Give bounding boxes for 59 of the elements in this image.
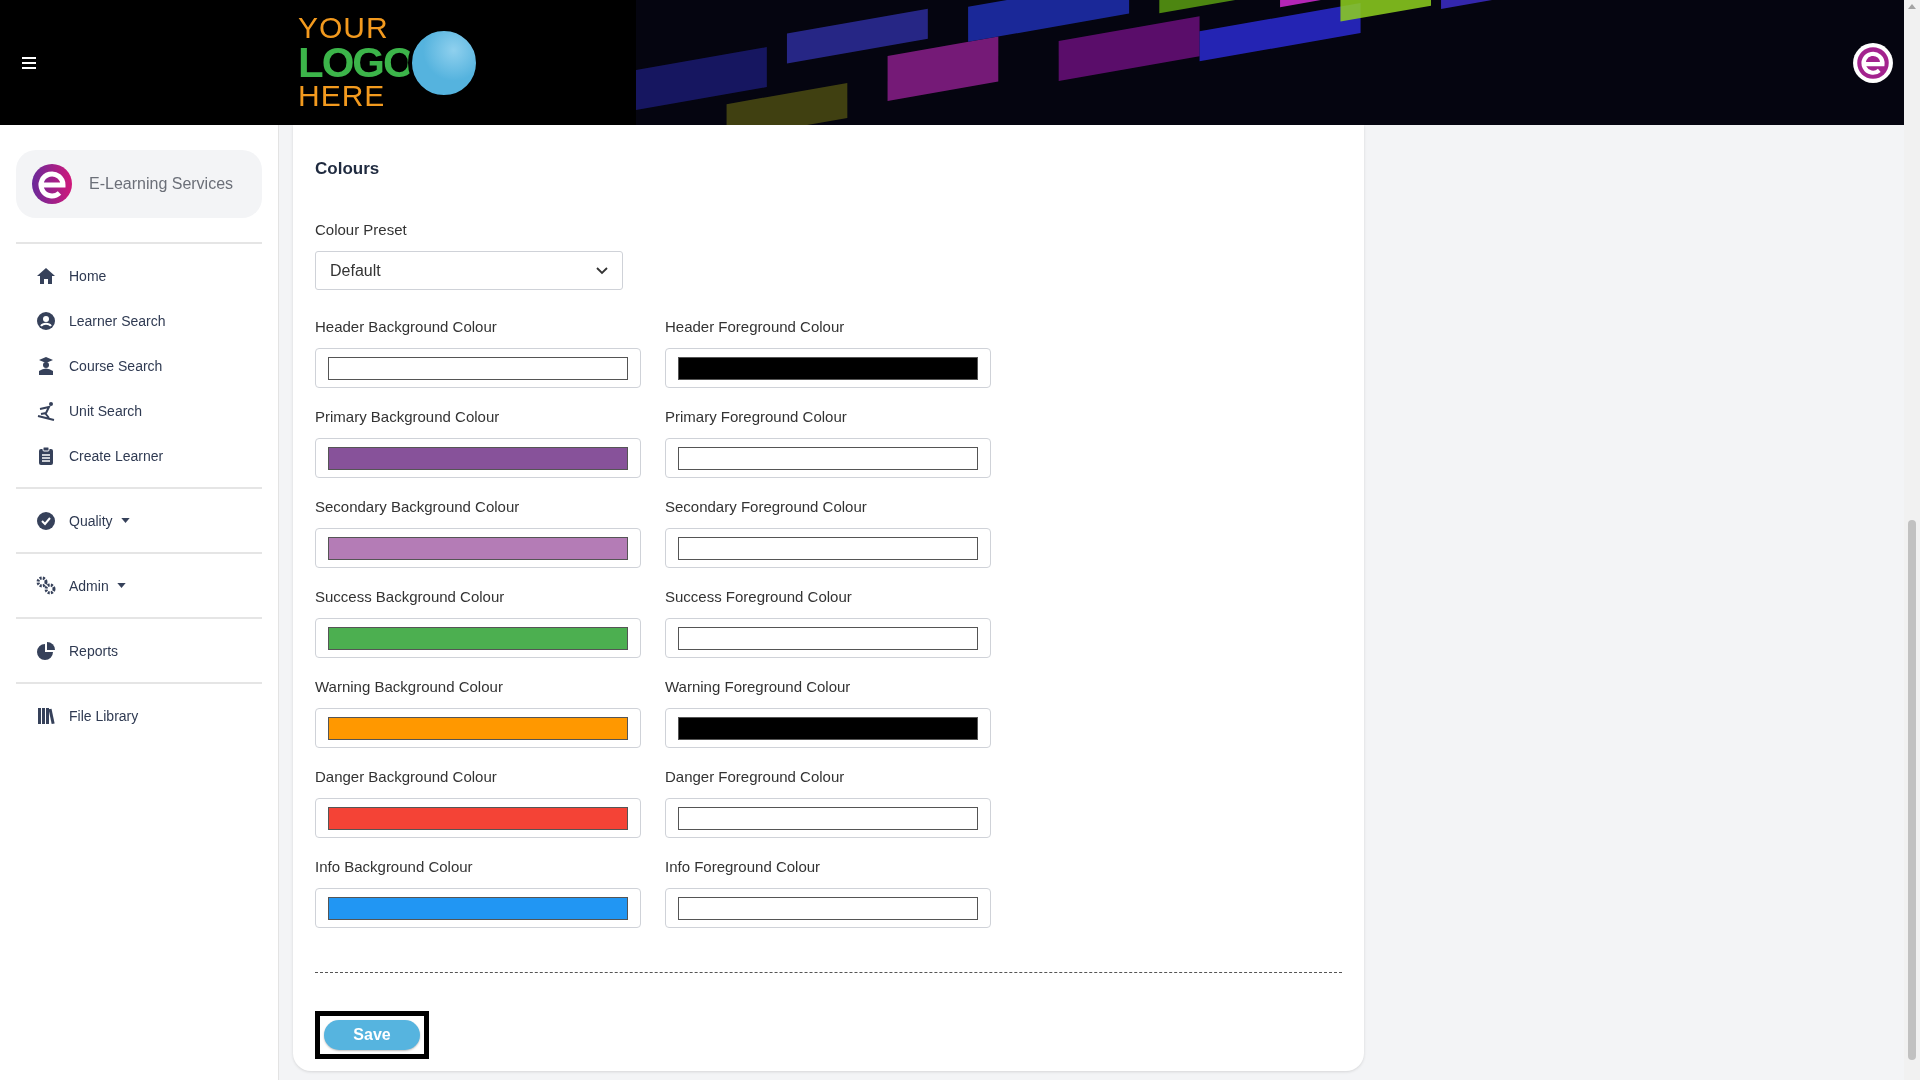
- field-label: Warning Background Colour: [315, 678, 504, 695]
- color-picker[interactable]: [315, 888, 641, 928]
- logo-text: LOGO: [298, 42, 414, 83]
- books-icon: [36, 705, 56, 726]
- color-picker[interactable]: [665, 618, 991, 658]
- field-label: Info Foreground Colour: [665, 858, 822, 875]
- preset-dropdown[interactable]: Default: [315, 251, 623, 290]
- logo-text: YOUR: [298, 14, 389, 43]
- color-picker[interactable]: [315, 528, 641, 568]
- nav-item[interactable]: Unit Search: [16, 388, 262, 433]
- nav-item[interactable]: Course Search: [16, 343, 262, 388]
- field-label: Secondary Foreground Colour: [665, 498, 868, 515]
- field-label: Colour Preset: [315, 221, 408, 238]
- brand-name: E-Learning Services: [89, 175, 234, 193]
- home-icon: [36, 265, 56, 286]
- gears-icon: [36, 575, 56, 596]
- nav-item[interactable]: Admin: [16, 563, 262, 608]
- color-picker[interactable]: [665, 438, 991, 478]
- field-label: Success Foreground Colour: [665, 588, 853, 605]
- field-label: Secondary Background Colour: [315, 498, 521, 515]
- check-circle-icon: [36, 510, 56, 531]
- field-label: Success Background Colour: [315, 588, 506, 605]
- logo-text: HERE: [298, 82, 386, 111]
- field-label: Danger Foreground Colour: [665, 768, 846, 785]
- color-picker[interactable]: [665, 798, 991, 838]
- field-label: Primary Background Colour: [315, 408, 501, 425]
- clipboard-icon: [36, 445, 56, 466]
- nav-item[interactable]: Home: [16, 253, 262, 298]
- field-label: Header Background Colour: [315, 318, 498, 335]
- color-picker[interactable]: [315, 798, 641, 838]
- field-label: Info Background Colour: [315, 858, 474, 875]
- chevron-down-icon: [596, 266, 608, 275]
- brand-card[interactable]: E-Learning Services: [16, 150, 262, 218]
- color-picker[interactable]: [315, 438, 641, 478]
- color-picker[interactable]: [315, 618, 641, 658]
- skier-icon: [36, 400, 56, 421]
- color-picker[interactable]: [665, 528, 991, 568]
- nav-item[interactable]: Reports: [16, 628, 262, 673]
- nav-item[interactable]: Learner Search: [16, 298, 262, 343]
- field-label: Danger Background Colour: [315, 768, 498, 785]
- nav-item[interactable]: Create Learner: [16, 433, 262, 478]
- menu-icon[interactable]: [22, 56, 36, 69]
- section-title: Colours: [315, 159, 381, 179]
- color-picker[interactable]: [665, 708, 991, 748]
- color-picker[interactable]: [665, 888, 991, 928]
- graduate-icon: [36, 355, 56, 376]
- field-label: Warning Foreground Colour: [665, 678, 852, 695]
- e-logo-icon: [32, 164, 72, 204]
- nav-item[interactable]: Quality: [16, 498, 262, 543]
- pie-chart-icon: [36, 640, 56, 661]
- field-label: Primary Foreground Colour: [665, 408, 848, 425]
- nav-item[interactable]: File Library: [16, 693, 262, 738]
- color-picker[interactable]: [315, 348, 641, 388]
- color-picker[interactable]: [315, 708, 641, 748]
- e-logo-icon[interactable]: [1852, 42, 1894, 84]
- scrollbar-thumb[interactable]: [1908, 520, 1916, 1060]
- field-label: Header Foreground Colour: [665, 318, 846, 335]
- user-circle-icon: [36, 310, 56, 331]
- color-picker[interactable]: [665, 348, 991, 388]
